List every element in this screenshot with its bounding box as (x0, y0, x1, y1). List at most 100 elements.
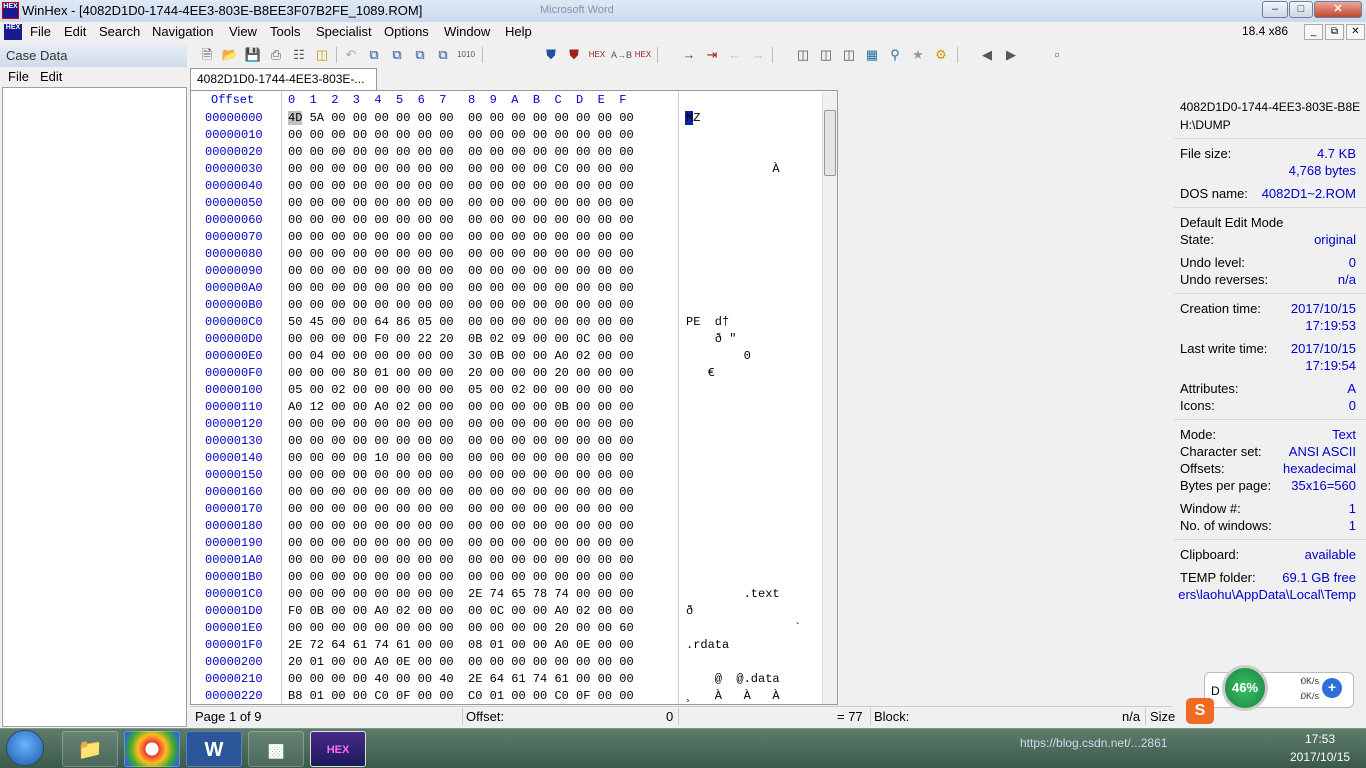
document-icon[interactable]: HEX (4, 24, 22, 40)
menu-file[interactable]: File (30, 24, 51, 39)
row-hex-bytes[interactable]: 00 00 00 00 40 00 00 40 2E 64 61 74 61 0… (288, 672, 634, 686)
row-hex-bytes[interactable]: 00 00 00 80 01 00 00 00 20 00 00 00 20 0… (288, 366, 634, 380)
row-hex-bytes[interactable]: 00 00 00 00 00 00 00 00 00 00 00 00 00 0… (288, 519, 634, 533)
find-hex-icon[interactable]: ⛊ (565, 46, 583, 64)
case-tree-area[interactable] (2, 87, 187, 727)
mdi-minimize-button[interactable]: _ (1304, 24, 1323, 40)
replace-text-icon[interactable]: A→B (611, 46, 632, 64)
copy-icon[interactable]: ⧉ (365, 46, 383, 64)
mdi-restore-button[interactable]: ⧉ (1325, 24, 1344, 40)
row-hex-bytes[interactable]: 00 00 00 00 00 00 00 00 00 00 00 00 00 0… (288, 468, 634, 482)
row-hex-bytes[interactable]: F0 0B 00 00 A0 02 00 00 00 0C 00 00 A0 0… (288, 604, 634, 618)
row-hex-bytes[interactable]: 00 00 00 00 00 00 00 00 2E 74 65 78 74 0… (288, 587, 634, 601)
row-hex-bytes[interactable]: A0 12 00 00 A0 02 00 00 00 00 00 00 0B 0… (288, 400, 634, 414)
back-icon[interactable]: ← (726, 46, 744, 64)
system-tray[interactable]: https://blog.csdn.net/...2861 (1020, 736, 1280, 756)
row-hex-bytes[interactable]: 05 00 02 00 00 00 00 00 05 00 02 00 00 0… (288, 383, 634, 397)
row-hex-bytes[interactable]: 00 00 00 00 00 00 00 00 00 00 00 00 00 0… (288, 128, 634, 142)
start-button[interactable] (6, 730, 44, 766)
goto-sector-icon[interactable]: ⇥ (703, 46, 721, 64)
clock-time[interactable]: 17:53 (1290, 732, 1350, 746)
print-icon[interactable]: ⎙ (267, 46, 285, 64)
menu-navigation[interactable]: Navigation (152, 24, 213, 39)
paste-special-icon[interactable]: ⧉ (434, 46, 452, 64)
menu-edit[interactable]: Edit (64, 24, 86, 39)
row-text[interactable]: .text (686, 587, 780, 601)
explorer-taskbar-icon[interactable]: 📁 (62, 731, 118, 767)
row-hex-bytes[interactable]: 00 00 00 00 00 00 00 00 00 00 00 00 00 0… (288, 570, 634, 584)
add-widget-icon[interactable]: + (1322, 678, 1342, 698)
row-text[interactable]: € (686, 366, 715, 380)
menu-options[interactable]: Options (384, 24, 429, 39)
row-text[interactable]: @ @.data (686, 672, 780, 686)
cut-icon[interactable]: ⧉ (388, 46, 406, 64)
undo-icon[interactable]: ↶ (342, 46, 360, 64)
row-hex-bytes[interactable]: 00 00 00 00 00 00 00 00 00 00 00 00 00 0… (288, 536, 634, 550)
clock-date[interactable]: 2017/10/15 (1290, 750, 1350, 764)
row-hex-bytes[interactable]: 00 00 00 00 F0 00 22 20 0B 02 09 00 00 0… (288, 332, 634, 346)
forward-icon[interactable]: → (749, 46, 767, 64)
binary-icon[interactable]: 1010 (457, 46, 475, 64)
paste-icon[interactable]: ⧉ (411, 46, 429, 64)
maximize-button[interactable]: □ (1289, 1, 1313, 18)
open-disk-drive-icon[interactable]: ◫ (794, 46, 812, 64)
row-hex-bytes[interactable]: 00 00 00 00 10 00 00 00 00 00 00 00 00 0… (288, 451, 634, 465)
scrollbar-thumb[interactable] (824, 110, 836, 176)
row-text[interactable]: ¸ À À À (686, 689, 780, 703)
goto-offset-icon[interactable]: → (680, 46, 698, 64)
row-hex-bytes[interactable]: 00 00 00 00 00 00 00 00 00 00 00 00 00 0… (288, 553, 634, 567)
row-hex-bytes[interactable]: 00 00 00 00 00 00 00 00 00 00 00 00 00 0… (288, 247, 634, 261)
row-hex-bytes[interactable]: 00 00 00 00 00 00 00 00 00 00 00 00 20 0… (288, 621, 634, 635)
row-text[interactable]: 0 (686, 349, 751, 363)
row-hex-bytes[interactable]: 00 00 00 00 00 00 00 00 00 00 00 00 00 0… (288, 196, 634, 210)
open-folder-icon[interactable]: 📂 (221, 46, 239, 64)
new-file-icon[interactable]: 🗎 (198, 46, 216, 64)
close-button[interactable]: ✕ (1314, 1, 1362, 18)
row-hex-bytes[interactable]: 00 04 00 00 00 00 00 00 30 0B 00 00 A0 0… (288, 349, 634, 363)
row-text[interactable]: MZ (686, 111, 700, 125)
row-hex-bytes[interactable]: 2E 72 64 61 74 61 00 00 08 01 00 00 A0 0… (288, 638, 634, 652)
row-text[interactable]: PE d† (686, 315, 729, 329)
row-hex-bytes[interactable]: 4D 5A 00 00 00 00 00 00 00 00 00 00 00 0… (288, 111, 634, 125)
minimize-button[interactable]: ‒ (1262, 1, 1288, 18)
ram-editor-icon[interactable]: ◫ (840, 46, 858, 64)
menu-window[interactable]: Window (444, 24, 490, 39)
properties-icon[interactable]: ☷ (290, 46, 308, 64)
row-text[interactable]: ð " (686, 332, 737, 346)
disk-editor-icon[interactable]: ◫ (817, 46, 835, 64)
find-text-icon[interactable]: ⛊ (542, 46, 560, 64)
case-menu-file[interactable]: File (8, 69, 29, 84)
row-hex-bytes[interactable]: 00 00 00 00 00 00 00 00 00 00 00 00 00 0… (288, 264, 634, 278)
winhex-app-icon[interactable]: HEX (2, 2, 19, 19)
row-hex-bytes[interactable]: 00 00 00 00 00 00 00 00 00 00 00 00 00 0… (288, 298, 634, 312)
row-hex-bytes[interactable]: 20 01 00 00 A0 0E 00 00 00 00 00 00 00 0… (288, 655, 634, 669)
row-hex-bytes[interactable]: 00 00 00 00 00 00 00 00 00 00 00 00 00 0… (288, 434, 634, 448)
menu-help[interactable]: Help (505, 24, 532, 39)
row-hex-bytes[interactable]: B8 01 00 00 C0 0F 00 00 C0 01 00 00 C0 0… (288, 689, 634, 703)
vertical-scrollbar[interactable] (822, 92, 837, 704)
row-hex-bytes[interactable]: 00 00 00 00 00 00 00 00 00 00 00 00 00 0… (288, 179, 634, 193)
find-next-icon[interactable]: HEX (634, 46, 652, 64)
sogou-input-icon[interactable]: S (1186, 698, 1214, 724)
menu-view[interactable]: View (229, 24, 257, 39)
row-hex-bytes[interactable]: 00 00 00 00 00 00 00 00 00 00 00 00 00 0… (288, 281, 634, 295)
row-text[interactable]: ð (686, 604, 693, 618)
row-text[interactable]: ` (686, 621, 801, 635)
row-hex-bytes[interactable]: 00 00 00 00 00 00 00 00 00 00 00 00 00 0… (288, 145, 634, 159)
memory-gauge[interactable]: 46% (1222, 665, 1268, 711)
analyze-icon[interactable]: ★ (909, 46, 927, 64)
row-hex-bytes[interactable]: 00 00 00 00 00 00 00 00 00 00 00 00 00 0… (288, 213, 634, 227)
help-book-icon[interactable]: ▫ (1048, 46, 1066, 64)
winhex-taskbar-icon[interactable]: HEX (310, 731, 366, 767)
file-tab[interactable]: 4082D1D0-1744-4EE3-803E-... (190, 68, 377, 90)
replace-hex-icon[interactable]: HEX (588, 46, 606, 64)
menu-specialist[interactable]: Specialist (316, 24, 372, 39)
hex-editor[interactable]: Offset 0 1 2 3 4 5 6 7 8 9 A B C D E F 0… (190, 90, 838, 705)
row-hex-bytes[interactable]: 00 00 00 00 00 00 00 00 00 00 00 00 00 0… (288, 230, 634, 244)
row-hex-bytes[interactable]: 00 00 00 00 00 00 00 00 00 00 00 00 C0 0… (288, 162, 634, 176)
row-hex-bytes[interactable]: 00 00 00 00 00 00 00 00 00 00 00 00 00 0… (288, 417, 634, 431)
word-taskbar-icon[interactable]: W (186, 731, 242, 767)
chrome-taskbar-icon[interactable] (124, 731, 180, 767)
menu-search[interactable]: Search (99, 24, 140, 39)
menu-tools[interactable]: Tools (270, 24, 300, 39)
